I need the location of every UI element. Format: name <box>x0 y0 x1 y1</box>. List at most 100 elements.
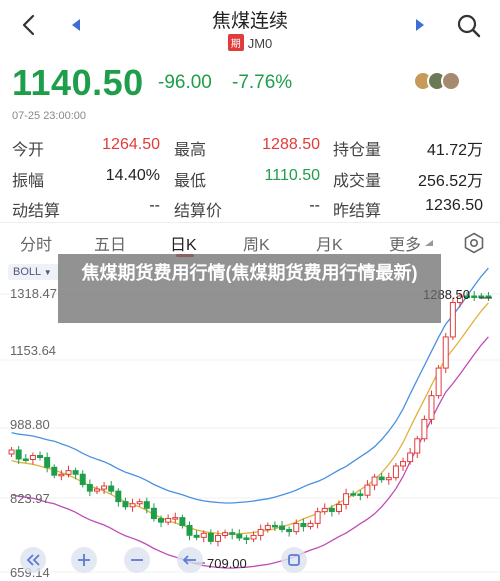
community-avatars[interactable] <box>413 71 463 93</box>
candle-body <box>293 523 300 533</box>
y-axis-label: 988.80 <box>10 417 50 432</box>
stat-value-open: 1264.50 <box>102 136 160 153</box>
zoom-in-icon[interactable] <box>71 547 97 573</box>
contract-code: 期 JM0 <box>0 34 500 51</box>
search-icon[interactable] <box>455 12 483 40</box>
candle-body <box>29 454 36 460</box>
candle-body <box>129 503 136 508</box>
tab-monthly-k[interactable]: 月K <box>316 231 343 255</box>
rewind-icon[interactable] <box>20 547 46 573</box>
candle-body <box>222 532 229 536</box>
stat-value-settle: -- <box>309 197 320 214</box>
candle-body <box>414 438 421 454</box>
article-title: 焦煤期货费用行情(焦煤期货费用行情最新) <box>81 263 418 283</box>
candle-body <box>428 395 435 420</box>
more-triangle-icon <box>425 240 433 246</box>
stat-value-open-interest: 41.72万 <box>426 142 483 159</box>
candle-body <box>307 522 314 528</box>
candle-body <box>328 507 335 512</box>
candle-body <box>172 517 179 520</box>
stat-label-open-interest: 持仓量 <box>333 142 382 159</box>
stats-row: 今开 1264.50 最高 1288.50 持仓量 41.72万 <box>0 136 500 162</box>
stat-label-amplitude: 振幅 <box>12 173 45 190</box>
next-contract-icon[interactable] <box>414 17 426 33</box>
candle-body <box>257 528 264 536</box>
candle-body <box>214 534 221 542</box>
candle-body <box>179 517 186 527</box>
stats-row: 振幅 14.40% 最低 1110.50 成交量 256.52万 <box>0 167 500 193</box>
pan-left-icon[interactable] <box>177 547 203 573</box>
candle-body <box>200 532 207 538</box>
avatar <box>441 71 461 91</box>
candle-body <box>385 477 392 481</box>
candle-body <box>143 501 150 509</box>
article-title-overlay: 焦煤期货费用行情(焦煤期货费用行情最新) <box>58 254 441 323</box>
stat-label-open: 今开 <box>12 142 45 159</box>
candle-body <box>378 476 385 481</box>
price-change-pct: -7.76% <box>232 72 293 93</box>
candle-body <box>271 524 278 528</box>
candle-body <box>72 470 79 475</box>
stat-value-prev-settle: 1236.50 <box>425 197 483 214</box>
price-change: -96.00 <box>158 72 212 93</box>
candle-body <box>115 490 122 503</box>
candle-body <box>392 465 399 479</box>
candle-body <box>101 485 108 490</box>
stat-label-volume: 成交量 <box>333 173 382 190</box>
stat-value-volume: 256.52万 <box>418 173 483 190</box>
top-bar: 焦煤连续 期 JM0 <box>0 0 500 58</box>
candle-body <box>442 336 449 369</box>
candle-body <box>314 511 321 524</box>
stat-value-high: 1288.50 <box>262 136 320 153</box>
candle-body <box>364 484 371 496</box>
zoom-out-icon[interactable] <box>124 547 150 573</box>
candle-body <box>407 452 414 463</box>
stat-label-high: 最高 <box>174 142 207 159</box>
tab-more[interactable]: 更多 <box>389 231 421 255</box>
candle-body <box>250 534 257 540</box>
candle-body <box>58 473 65 477</box>
tab-daily-k[interactable]: 日K <box>170 231 197 255</box>
candle-body <box>158 518 165 523</box>
candle-body <box>350 493 357 496</box>
candle-body <box>243 537 250 540</box>
stats-row: 动结算 -- 结算价 -- 昨结算 1236.50 <box>0 197 500 223</box>
candle-body <box>279 525 286 530</box>
candle-body <box>485 295 492 298</box>
stat-label-low: 最低 <box>174 173 207 190</box>
candle-body <box>229 532 236 535</box>
candle-body <box>478 295 485 298</box>
candle-body <box>421 418 428 440</box>
quote-price: 1140.50 <box>12 62 144 104</box>
candle-body <box>343 493 350 505</box>
candle-body <box>79 473 86 486</box>
candle-body <box>471 295 478 298</box>
tab-five-day[interactable]: 五日 <box>94 231 126 255</box>
last-price: 1140.50 <box>12 62 144 103</box>
y-axis-label: 1153.64 <box>10 343 57 358</box>
hexagon-settings-icon[interactable] <box>463 232 485 254</box>
tab-weekly-k[interactable]: 周K <box>243 231 270 255</box>
candle-body <box>22 458 29 461</box>
candle-body <box>37 454 44 458</box>
candle-body <box>165 517 172 523</box>
candle-body <box>357 493 364 496</box>
candle-body <box>286 528 293 533</box>
candle-body <box>300 523 307 528</box>
futures-badge: 期 <box>227 34 244 51</box>
candle-body <box>65 470 72 475</box>
candle-body <box>335 503 342 512</box>
indicator-selector[interactable]: BOLL ▼ <box>8 264 60 280</box>
boll-mid-line <box>11 302 489 535</box>
candle-body <box>51 466 58 476</box>
candle-body <box>264 524 271 530</box>
stat-label-dyn-settle: 动结算 <box>12 203 61 220</box>
reset-view-icon[interactable] <box>281 547 307 573</box>
candle-body <box>435 367 442 397</box>
low-price-callout: 709.00 <box>207 556 247 571</box>
tab-intraday[interactable]: 分时 <box>20 231 52 255</box>
stat-value-amplitude: 14.40% <box>105 167 160 184</box>
candle-body <box>371 476 378 486</box>
divider <box>0 222 500 223</box>
candle-body <box>108 485 115 492</box>
